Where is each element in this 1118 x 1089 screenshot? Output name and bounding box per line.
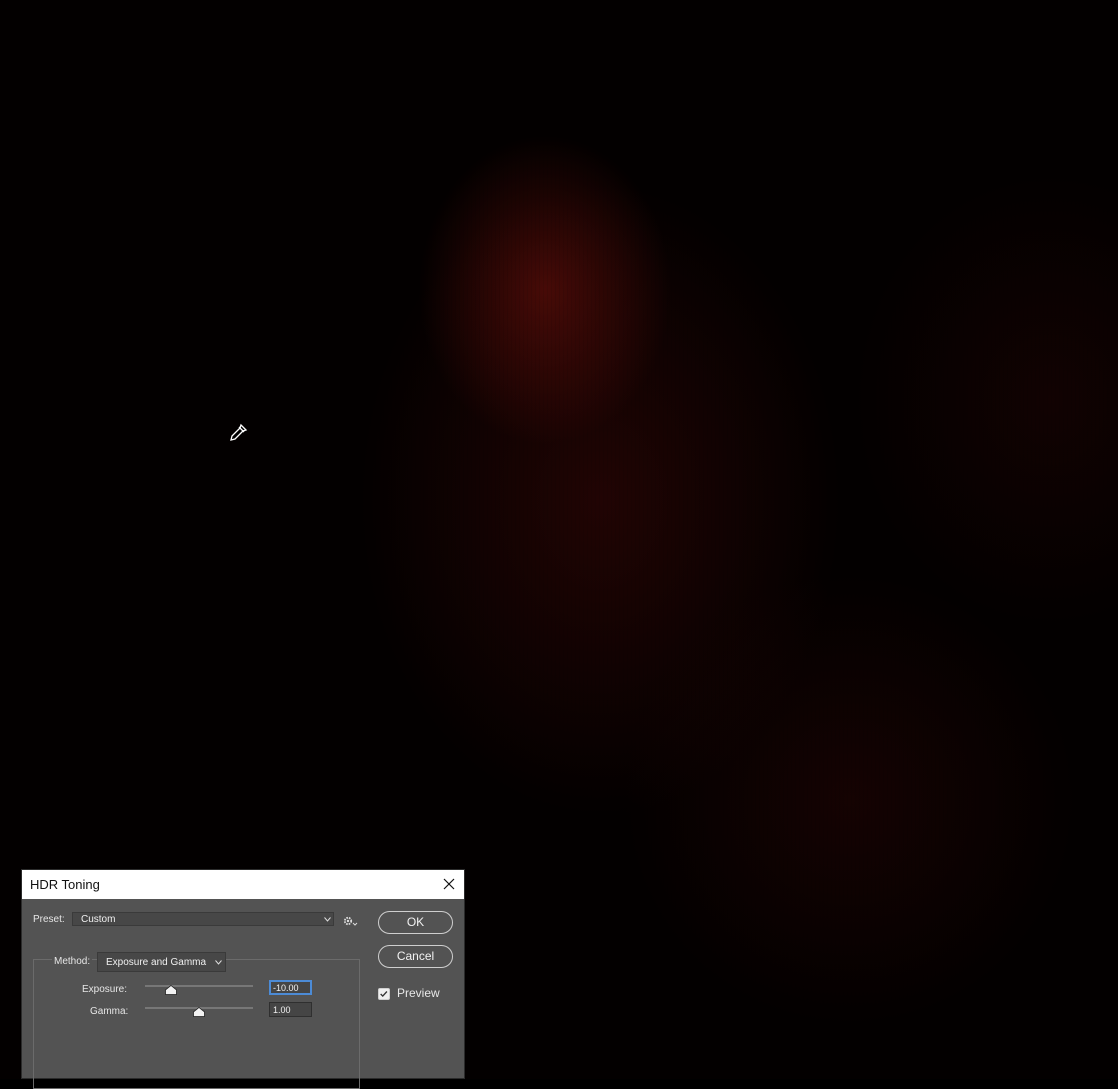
ok-button[interactable]: OK bbox=[378, 911, 453, 934]
gear-icon[interactable] bbox=[342, 915, 358, 927]
checkmark-icon bbox=[380, 991, 388, 998]
gamma-label: Gamma: bbox=[90, 1006, 129, 1017]
method-groupbox bbox=[33, 959, 360, 1089]
cancel-button[interactable]: Cancel bbox=[378, 945, 453, 968]
method-value: Exposure and Gamma bbox=[106, 957, 207, 968]
chevron-down-icon bbox=[324, 917, 331, 922]
gamma-field[interactable] bbox=[269, 1002, 312, 1017]
method-label: Method: bbox=[52, 956, 93, 967]
gamma-slider-thumb[interactable] bbox=[193, 1007, 205, 1017]
dialog-title: HDR Toning bbox=[30, 877, 100, 892]
eyedropper-icon bbox=[230, 423, 248, 441]
preview-checkbox[interactable] bbox=[378, 988, 390, 1000]
close-icon[interactable] bbox=[441, 876, 457, 892]
hdr-toning-dialog: HDR Toning Preset: Custom OK Cancel Prev… bbox=[21, 869, 465, 1089]
exposure-slider-track[interactable] bbox=[145, 985, 253, 987]
preset-value: Custom bbox=[81, 914, 116, 925]
dialog-titlebar[interactable]: HDR Toning bbox=[22, 870, 464, 899]
exposure-field[interactable] bbox=[269, 980, 312, 995]
preview-label: Preview bbox=[397, 986, 440, 1000]
preset-label: Preset: bbox=[33, 914, 65, 925]
chevron-down-icon bbox=[215, 960, 222, 965]
exposure-slider-thumb[interactable] bbox=[165, 985, 177, 995]
preset-dropdown[interactable]: Custom bbox=[72, 912, 334, 926]
method-dropdown[interactable]: Exposure and Gamma bbox=[97, 952, 226, 972]
exposure-label: Exposure: bbox=[82, 984, 128, 995]
